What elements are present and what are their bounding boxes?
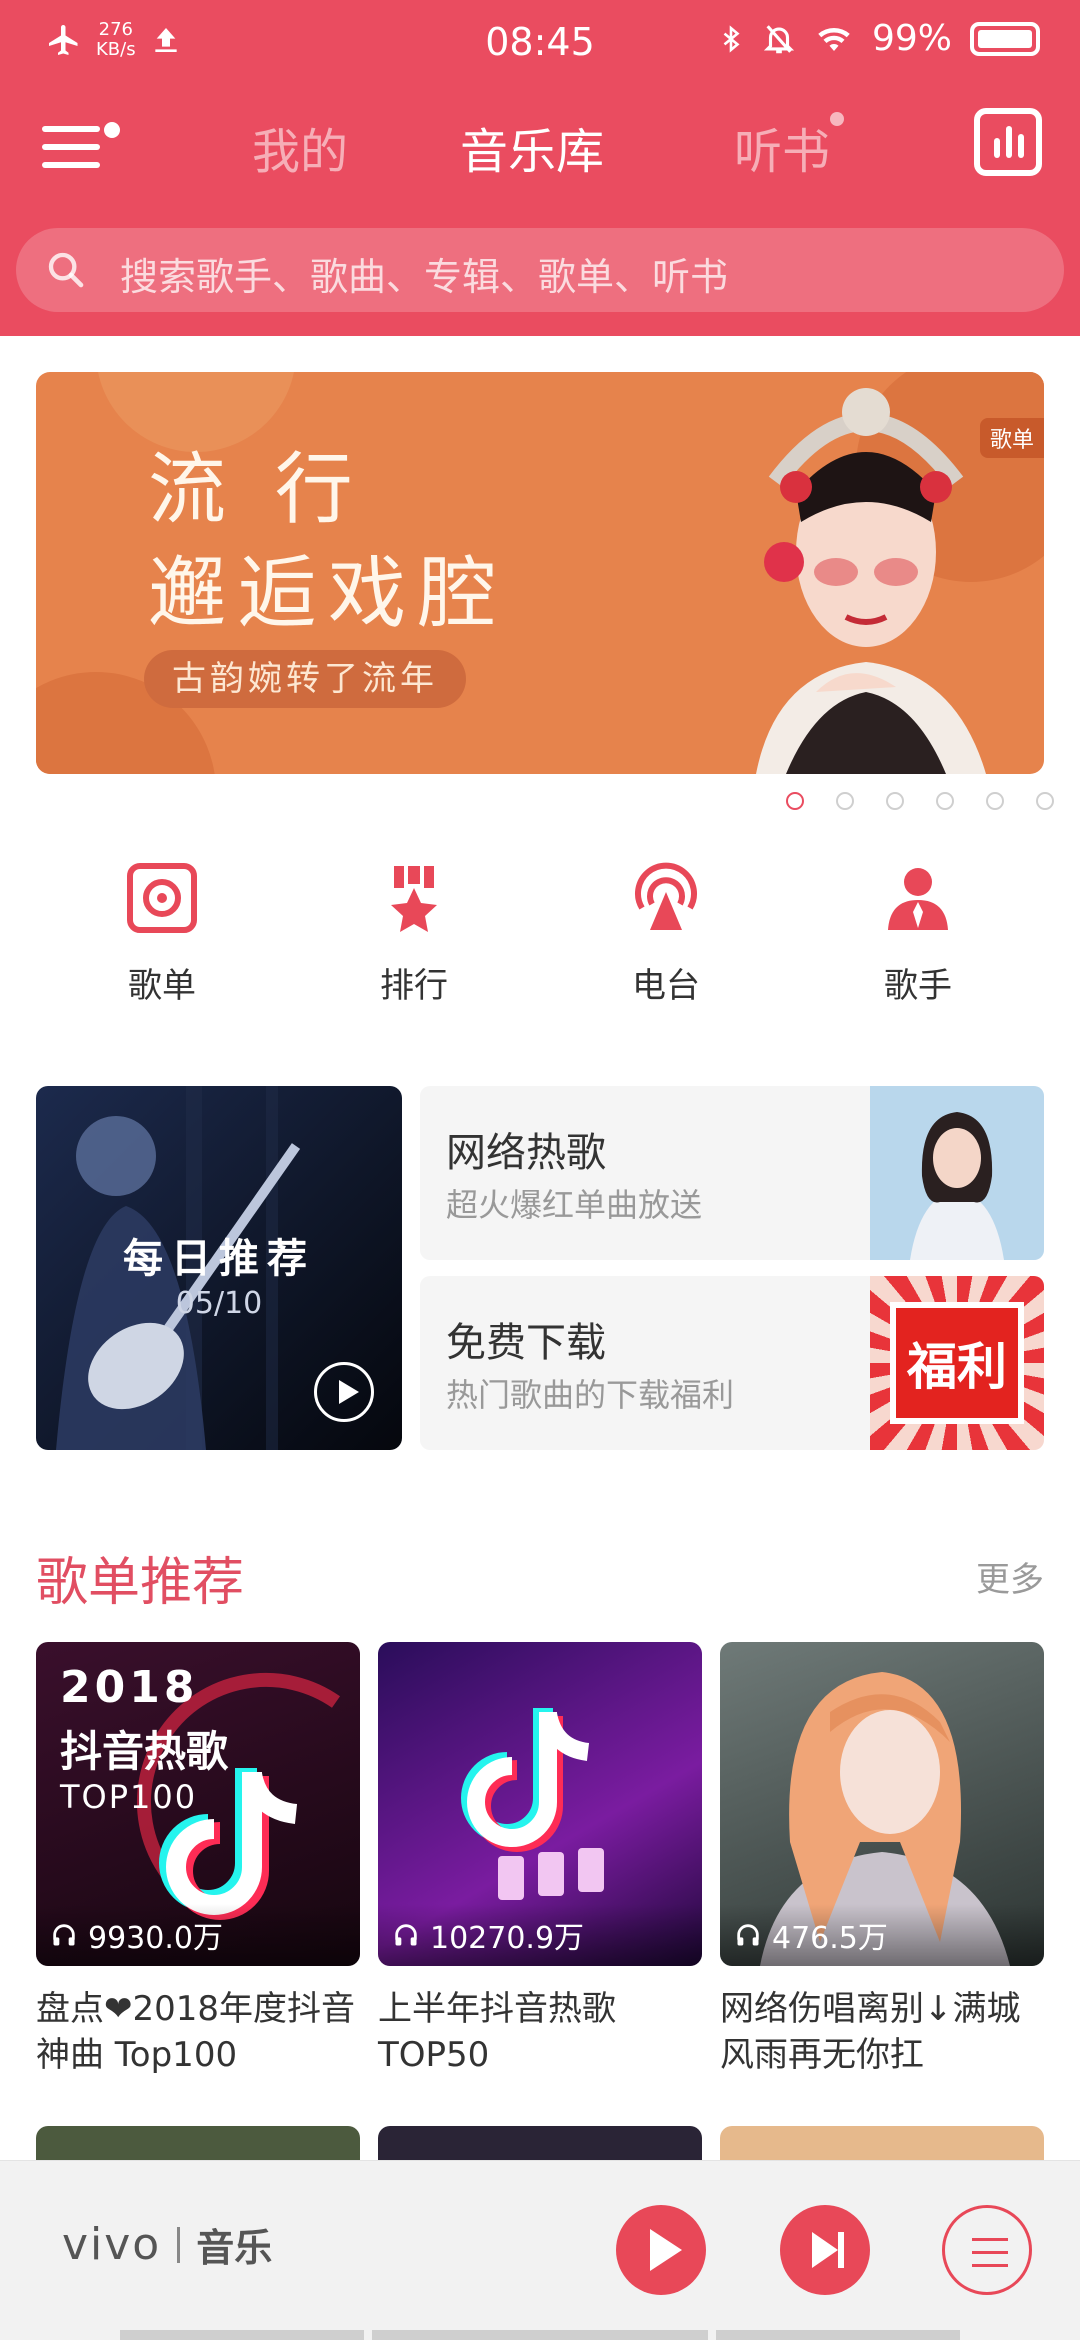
headphones-icon xyxy=(53,1924,75,1946)
play-button[interactable] xyxy=(616,2205,706,2295)
radio-icon xyxy=(635,862,697,930)
feature-subtitle: 超火爆红单曲放送 xyxy=(446,1186,703,1224)
playlist-card[interactable]: 476.5万 网络伤唱离别↓满城风雨再无你扛 xyxy=(720,1642,1044,2078)
playlist-icon xyxy=(127,863,197,933)
nav-indicator xyxy=(372,2330,708,2340)
playlist-title: 盘点❤2018年度抖音神曲 Top100 xyxy=(36,1989,356,2075)
promo-banner[interactable]: 流 行 邂逅戏腔 古韵婉转了流年 歌单 xyxy=(36,372,1044,774)
hot-songs-card[interactable]: 网络热歌 超火爆红单曲放送 xyxy=(420,1086,1044,1260)
quick-entry-radio[interactable]: 电台 xyxy=(586,862,746,1007)
quick-entry-label: 电台 xyxy=(632,966,700,1006)
playlist-cover: 2018 抖音热歌 TOP100 9930.0万 xyxy=(36,1642,360,1966)
feature-title: 免费下载 xyxy=(446,1320,606,1366)
daily-date: 05/10 xyxy=(175,1286,263,1321)
section-title: 歌单推荐 xyxy=(36,1553,245,1613)
search-icon xyxy=(48,252,84,288)
tab-badge-dot xyxy=(830,112,845,126)
playlist-cover: 476.5万 xyxy=(720,1642,1044,1966)
pagination-dot[interactable] xyxy=(986,792,1004,810)
pagination-dot[interactable] xyxy=(1036,792,1054,810)
more-link[interactable]: 更多 xyxy=(976,1552,1044,1601)
play-count: 476.5万 xyxy=(720,1904,1044,1966)
free-download-card[interactable]: 免费下载 热门歌曲的下载福利 福利 xyxy=(420,1276,1044,1450)
play-count: 10270.9万 xyxy=(378,1904,702,1966)
brand-logo: vivo 音乐 xyxy=(62,2217,272,2272)
feature-subtitle: 热门歌曲的下载福利 xyxy=(446,1376,735,1414)
ranking-icon xyxy=(391,866,437,932)
battery-percent: 99% xyxy=(871,18,952,59)
pagination-dot-active[interactable] xyxy=(786,792,804,810)
status-bar: 276 KB/s 08:45 99% xyxy=(0,0,1080,86)
play-count-value: 9930.0万 xyxy=(88,1921,223,1956)
mute-bell-icon xyxy=(763,24,795,53)
tab-audiobooks-label: 听书 xyxy=(734,124,831,180)
header: 276 KB/s 08:45 99% 我的 音乐库 听书 搜索歌手、歌曲、专辑、… xyxy=(0,0,1080,336)
menu-button[interactable] xyxy=(38,116,124,180)
banner-title: 流 行 邂逅戏腔 xyxy=(148,438,508,646)
brand-divider xyxy=(177,2226,181,2263)
singer-icon xyxy=(888,868,948,930)
nav-indicator xyxy=(120,2330,364,2340)
quick-entry-ranking[interactable]: 排行 xyxy=(334,862,494,1007)
quick-entry-singer[interactable]: 歌手 xyxy=(838,862,998,1007)
brand-suffix: 音乐 xyxy=(196,2226,273,2270)
daily-title: 每日推荐 xyxy=(123,1236,315,1282)
quick-entry-label: 歌单 xyxy=(128,966,196,1006)
play-count: 9930.0万 xyxy=(36,1904,360,1966)
brand-name: vivo xyxy=(62,2219,162,2270)
playlist-title: 网络伤唱离别↓满城风雨再无你扛 xyxy=(720,1989,1021,2075)
search-placeholder: 搜索歌手、歌曲、专辑、歌单、听书 xyxy=(120,255,729,299)
welfare-badge-text: 福利 xyxy=(890,1302,1024,1424)
welfare-badge: 福利 xyxy=(870,1276,1044,1450)
play-count-value: 476.5万 xyxy=(772,1921,888,1956)
banner-subtitle: 古韵婉转了流年 xyxy=(144,650,466,708)
cover-line: 抖音热歌 xyxy=(60,1727,229,1776)
top-nav: 我的 音乐库 听书 xyxy=(0,100,1080,190)
cover-top: TOP100 xyxy=(60,1778,198,1816)
play-icon[interactable] xyxy=(314,1362,374,1422)
playlist-card[interactable]: 10270.9万 上半年抖音热歌TOP50 xyxy=(378,1642,702,2078)
wifi-icon xyxy=(818,27,850,51)
tab-audiobooks[interactable]: 听书 xyxy=(734,112,845,182)
singer-photo xyxy=(870,1086,1044,1260)
mini-player: vivo 音乐 xyxy=(0,2160,1080,2340)
banner-tag: 歌单 xyxy=(979,418,1044,458)
banner-pagination xyxy=(786,792,1054,810)
feature-title: 网络热歌 xyxy=(446,1130,606,1176)
headphones-icon xyxy=(395,1924,417,1946)
pagination-dot[interactable] xyxy=(836,792,854,810)
daily-recommendation-card[interactable]: 每日推荐 05/10 xyxy=(36,1086,402,1450)
notification-dot xyxy=(104,122,120,138)
quick-entries: 歌单 排行 电台 歌手 xyxy=(0,862,1080,1006)
headphones-icon xyxy=(737,1924,759,1946)
search-bar[interactable]: 搜索歌手、歌曲、专辑、歌单、听书 xyxy=(16,228,1064,312)
playlist-title: 上半年抖音热歌TOP50 xyxy=(378,1989,616,2075)
equalizer-button[interactable] xyxy=(974,108,1042,176)
play-count-value: 10270.9万 xyxy=(430,1921,585,1956)
app-root: 276 KB/s 08:45 99% 我的 音乐库 听书 搜索歌手、歌曲、专辑、… xyxy=(0,0,1080,2340)
playlist-card[interactable]: 2018 抖音热歌 TOP100 9930.0万 盘点❤2018年度抖音神曲 T… xyxy=(36,1642,360,2078)
playlist-queue-button[interactable] xyxy=(942,2205,1032,2295)
status-right: 99% xyxy=(718,18,1040,59)
battery-icon xyxy=(970,21,1040,56)
next-track-button[interactable] xyxy=(780,2205,870,2295)
tab-music-library[interactable]: 音乐库 xyxy=(460,112,604,182)
pagination-dot[interactable] xyxy=(936,792,954,810)
playlist-cover: 10270.9万 xyxy=(378,1642,702,1966)
quick-entry-playlist[interactable]: 歌单 xyxy=(82,862,242,1007)
bluetooth-icon xyxy=(723,24,740,53)
pagination-dot[interactable] xyxy=(886,792,904,810)
tab-mine[interactable]: 我的 xyxy=(252,112,348,182)
banner-title-line1: 流 行 xyxy=(148,445,365,535)
cover-year: 2018 xyxy=(60,1662,199,1713)
banner-title-line2: 邂逅戏腔 xyxy=(148,549,509,639)
quick-entry-label: 排行 xyxy=(380,966,448,1006)
quick-entry-label: 歌手 xyxy=(884,966,952,1006)
nav-indicator xyxy=(716,2330,960,2340)
